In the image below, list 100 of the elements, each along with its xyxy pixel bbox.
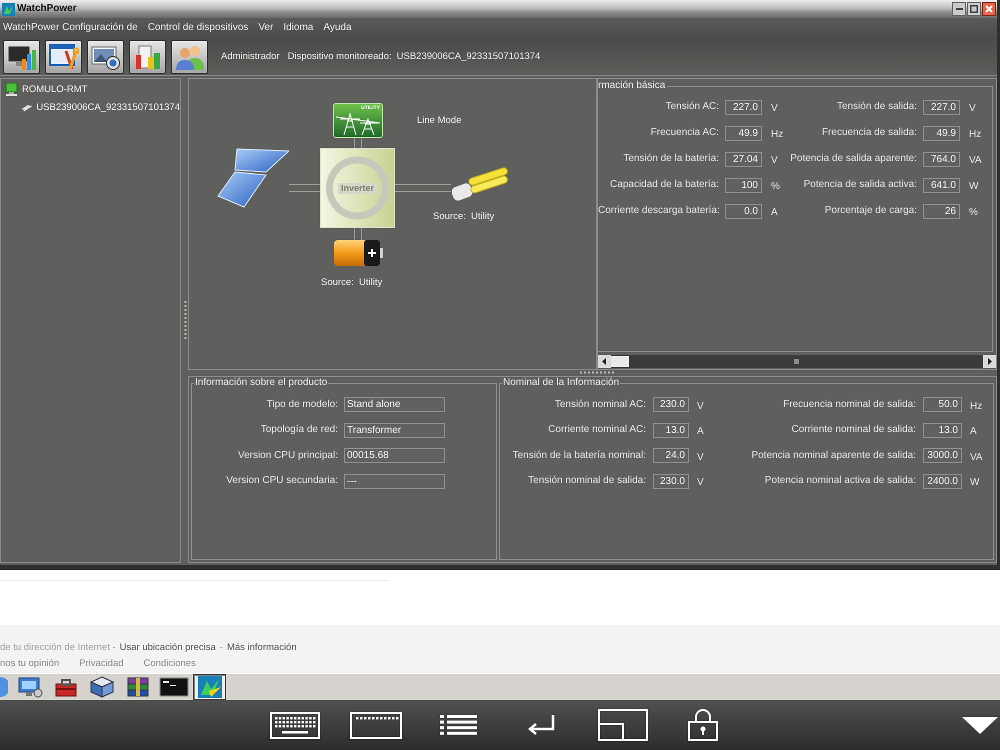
value-field: 3000.0 (923, 448, 962, 464)
device-id: USB239006CA_92331507101374 (396, 50, 540, 62)
menu-item[interactable]: Ver (258, 22, 274, 34)
computer-icon (5, 83, 18, 97)
value-field: 26 (923, 204, 960, 218)
window-tools-icon (48, 42, 78, 70)
value-field: --- (344, 474, 445, 489)
value-field: 27.04 (725, 152, 762, 166)
field-label: Frecuencia de salida: (820, 127, 917, 139)
menu-item[interactable]: WatchPower Configuración de (3, 22, 138, 34)
value-field: 24.0 (653, 448, 689, 464)
scrollbar-thumb[interactable] (611, 356, 629, 367)
value-field: 49.9 (725, 126, 762, 140)
close-button[interactable] (982, 2, 996, 16)
unit-label: V (697, 452, 704, 463)
field-label: Topología de red: (260, 424, 338, 436)
field-label: Porcentaje de carga: (824, 205, 917, 217)
value-field: 230.0 (653, 397, 689, 412)
value-field: 13.0 (923, 422, 962, 438)
monitor-gear-icon (16, 676, 42, 698)
splitter-grip-icon[interactable] (580, 371, 616, 374)
connector-line (354, 138, 362, 148)
value-field: 50.0 (923, 397, 962, 412)
unit-label: V (771, 103, 778, 114)
splitter-grip-icon[interactable] (184, 301, 187, 341)
scroll-left-icon[interactable] (598, 355, 611, 368)
link[interactable]: Usar ubicación precisa (120, 642, 216, 654)
books-icon (124, 676, 150, 698)
value-field: 0.0 (725, 204, 762, 218)
tree-item[interactable]: USB239006CA_92331507101374 (36, 102, 180, 114)
field-label: Potencia nominal activa de salida: (764, 475, 916, 488)
group-title: Nominal de la Información (502, 377, 620, 389)
value-field: 100 (725, 178, 762, 192)
value-field: 230.0 (653, 474, 689, 489)
location-text: de tu dirección de Internet - (0, 642, 116, 654)
window-resize-icon[interactable] (598, 709, 648, 741)
maximize-icon (970, 5, 978, 13)
value-field: 00015.68 (344, 448, 445, 464)
unit-label: Hz (970, 400, 982, 412)
light-bulb-icon (452, 165, 510, 201)
connector-line (395, 184, 451, 192)
value-field: 13.0 (653, 422, 689, 438)
horizontal-scrollbar[interactable] (598, 355, 996, 368)
menu-item[interactable]: Control de dispositivos (148, 22, 248, 34)
taskbar-button[interactable] (193, 674, 226, 700)
field-label: Tensión nominal de salida: (527, 475, 646, 488)
maximize-button[interactable] (967, 2, 981, 16)
caret-down-icon[interactable] (962, 716, 998, 734)
field-label: Tensión nominal AC: (554, 398, 646, 411)
link[interactable]: Más información (226, 642, 297, 654)
usb-plug-icon (19, 104, 32, 112)
minimize-button[interactable] (952, 2, 966, 16)
field-label: Version CPU secundaria: (225, 475, 338, 488)
keyboard-icon[interactable] (270, 712, 320, 738)
unit-label: V (771, 155, 778, 166)
tree-item[interactable]: ROMULO-RMT (22, 84, 88, 96)
group-title: Información sobre el producto (194, 377, 328, 389)
field-label: Potencia de salida activa: (802, 179, 917, 191)
grip-icon (794, 359, 799, 364)
toolbox-icon (52, 676, 78, 698)
source-label: Source: Utility (433, 211, 494, 223)
app-icon (2, 2, 15, 16)
menu-item[interactable]: Idioma (283, 22, 314, 34)
keyboard-outline-icon[interactable] (350, 712, 402, 738)
field-label: Tensión de salida: (836, 101, 917, 113)
window-title: WatchPower (17, 3, 77, 15)
unit-label: V (969, 103, 976, 114)
field-label: Tensión de la batería: (622, 153, 719, 165)
unit-label: A (771, 207, 778, 218)
battery-icon (334, 240, 383, 266)
value-field: 2400.0 (923, 474, 962, 489)
toolbar-button[interactable] (171, 40, 208, 74)
unit-label: Hz (969, 129, 982, 140)
scroll-right-icon[interactable] (983, 355, 996, 368)
field-label: Corriente nominal AC: (547, 424, 646, 436)
value-field: 641.0 (923, 178, 960, 192)
app-icon (196, 675, 222, 699)
unit-label: A (697, 426, 704, 438)
device-label: Dispositivo monitoreado: (288, 50, 392, 62)
close-icon (985, 5, 993, 13)
toolbar-button[interactable] (45, 40, 82, 74)
menu-item[interactable]: Ayuda (323, 22, 352, 34)
toolbar-button[interactable] (87, 40, 124, 74)
lock-icon[interactable] (688, 709, 718, 741)
unit-label: % (969, 207, 978, 218)
unit-label: V (697, 400, 704, 412)
toolbar-button[interactable] (129, 40, 166, 74)
mode-label: Line Mode (417, 115, 462, 127)
enter-arrow-icon[interactable] (527, 714, 555, 736)
value-field: 49.9 (923, 126, 960, 140)
value-field: 764.0 (923, 152, 960, 166)
unit-label: W (970, 477, 980, 488)
unit-label: A (970, 426, 977, 438)
list-icon[interactable] (440, 714, 477, 736)
value-field: Stand alone (344, 397, 445, 412)
field-label: Tensión de la batería nominal: (512, 450, 646, 462)
toolbar-button[interactable] (3, 40, 40, 74)
field-label: Tipo de modelo: (266, 398, 338, 411)
inverter-label: Inverter (338, 182, 378, 194)
terminal-icon (158, 676, 188, 698)
